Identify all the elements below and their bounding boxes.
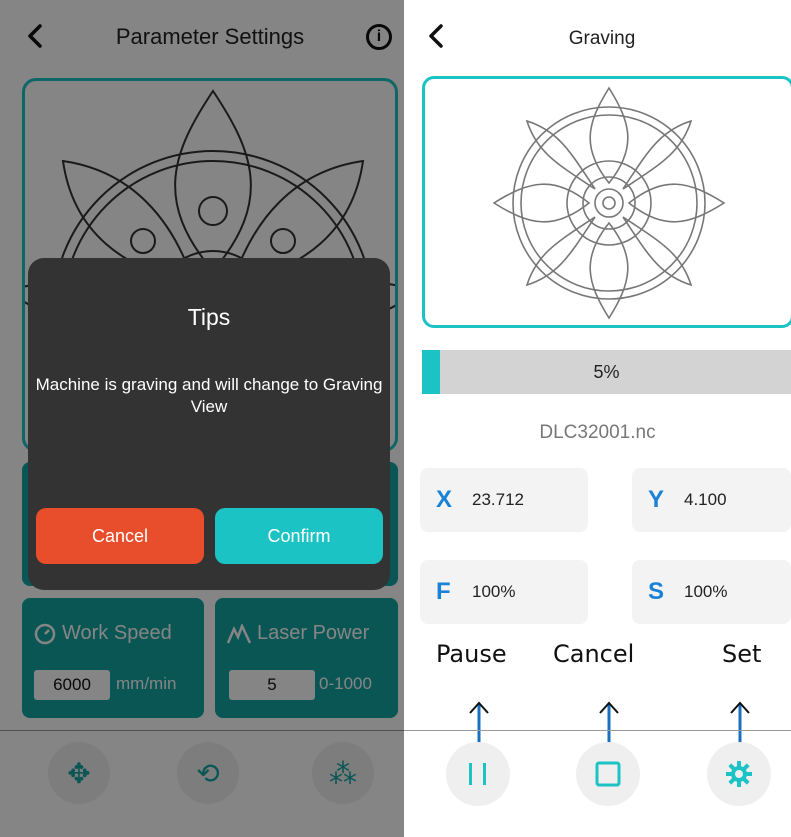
pause-button[interactable] — [446, 742, 510, 806]
x-coordinate-box: X 23.712 — [420, 468, 588, 532]
divider — [404, 730, 791, 731]
stop-button[interactable] — [576, 742, 640, 806]
pause-icon — [469, 763, 486, 785]
y-value: 4.100 — [684, 490, 727, 509]
cancel-annotation: Cancel — [553, 640, 635, 668]
dialog-message: Machine is graving and will change to Gr… — [35, 375, 383, 416]
design-preview — [422, 76, 791, 328]
file-name: DLC32001.nc — [539, 422, 656, 443]
y-axis-label: Y — [648, 486, 665, 513]
dialog-title: Tips — [187, 304, 231, 330]
chevron-left-icon[interactable] — [424, 18, 450, 54]
settings-button[interactable] — [707, 742, 771, 806]
y-coordinate-box: Y 4.100 — [632, 468, 791, 532]
s-axis-label: S — [648, 578, 665, 605]
x-value: 23.712 — [472, 490, 524, 509]
spindle-power-box: S 100% — [632, 560, 791, 624]
f-axis-label: F — [436, 578, 451, 605]
gear-icon — [726, 761, 752, 787]
confirm-button[interactable]: Confirm — [215, 508, 383, 564]
progress-bar: 5% — [422, 350, 791, 394]
tips-dialog: Tips Machine is graving and will change … — [28, 258, 390, 590]
feed-rate-value: 100% — [472, 582, 516, 601]
set-annotation: Set — [722, 640, 762, 668]
cancel-button[interactable]: Cancel — [36, 508, 204, 564]
progress-label: 5% — [593, 362, 620, 382]
feed-rate-box: F 100% — [420, 560, 588, 624]
parameter-settings-screen: Parameter Settings i Work Speed 6000 mm/… — [0, 0, 404, 837]
mandala-image — [492, 86, 726, 320]
x-axis-label: X — [436, 486, 453, 513]
stop-icon — [595, 761, 621, 787]
pause-annotation: Pause — [436, 640, 507, 668]
page-title: Graving — [568, 28, 636, 49]
spindle-power-value: 100% — [684, 582, 728, 601]
graving-screen: Graving 5% DLC32001.nc X 23.712 Y 4.100 … — [404, 0, 791, 837]
